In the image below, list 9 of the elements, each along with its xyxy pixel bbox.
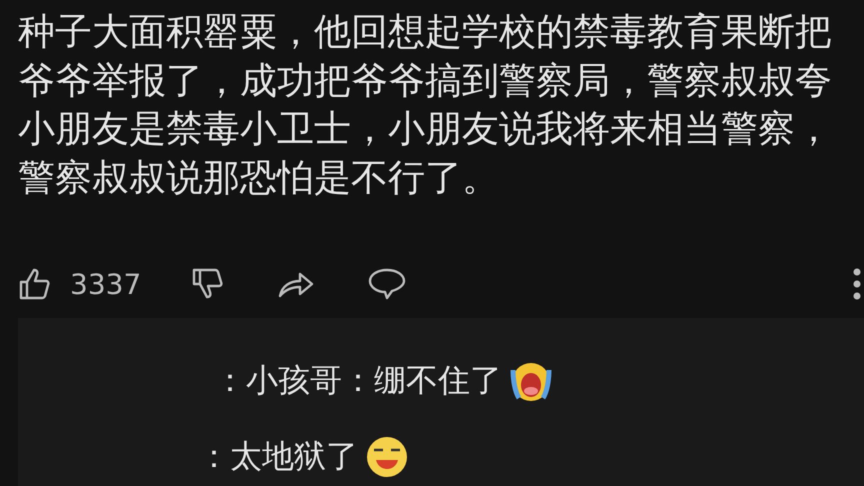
like-count: 3337 bbox=[70, 268, 142, 300]
comment-text: 种子大面积罂粟，他回想起学校的禁毒教育果断把爷爷举报了，成功把爷爷搞到警察局，警察叔叔夸小朋友是禁毒小卫士，小朋友说我将来相当警察，警察叔叔说那恐怕是不行了。 bbox=[17, 9, 833, 200]
thumbs-down-icon[interactable] bbox=[191, 267, 226, 301]
comment-icon[interactable] bbox=[367, 267, 408, 301]
more-icon[interactable] bbox=[852, 267, 862, 301]
thumbs-up-icon[interactable] bbox=[18, 267, 52, 301]
reply-text: ：太地狱了 bbox=[198, 436, 358, 477]
reply-text: ：小孩哥：绷不住了 bbox=[214, 360, 502, 401]
laughing-emoji-icon bbox=[364, 434, 410, 480]
